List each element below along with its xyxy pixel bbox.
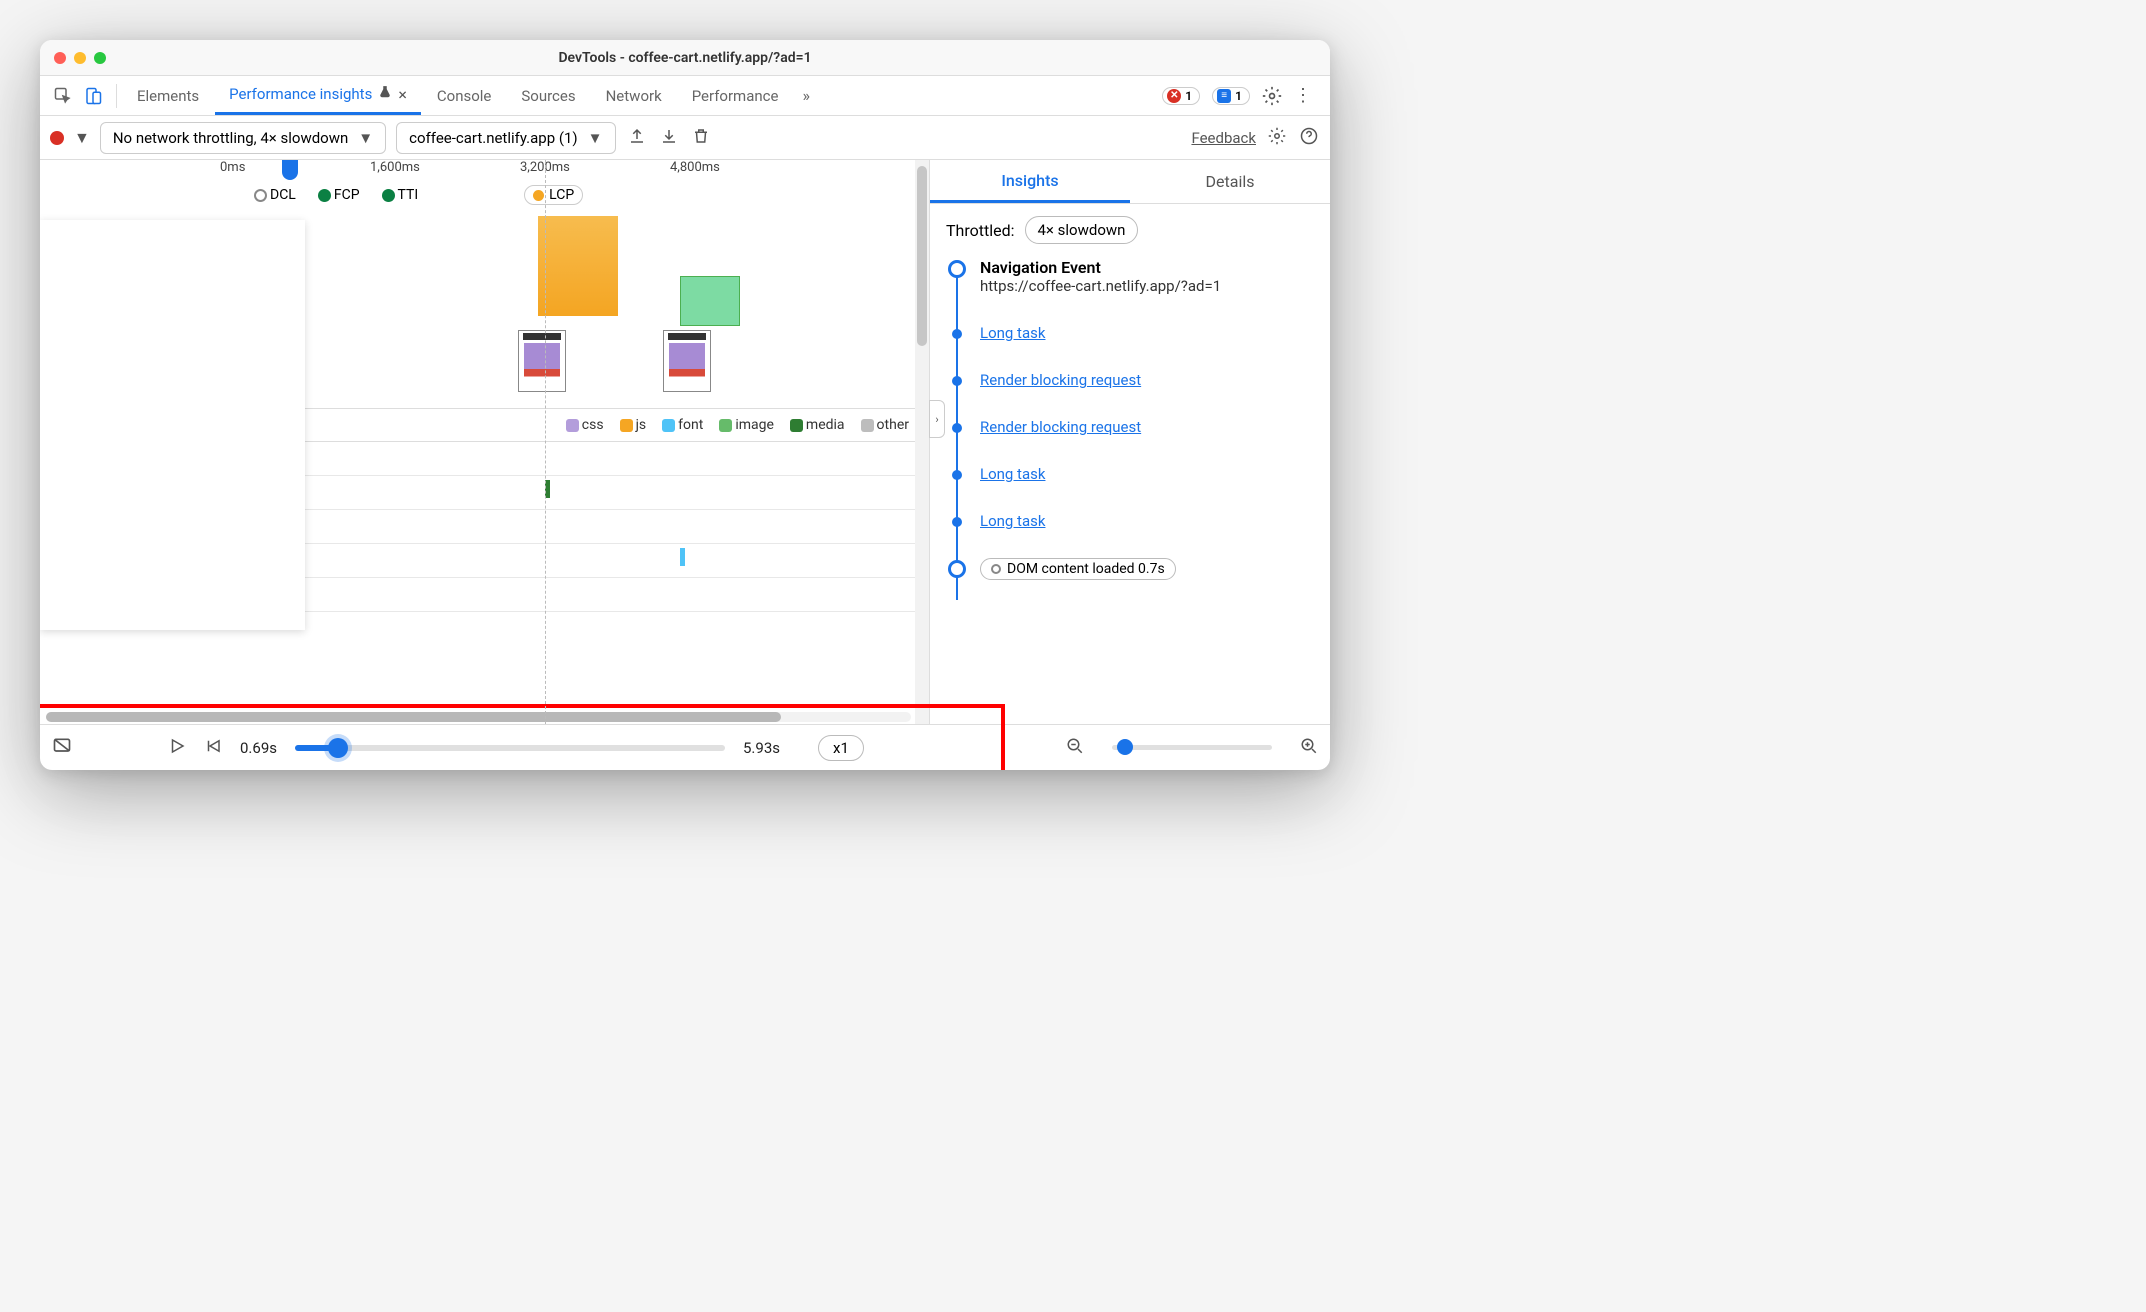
sidebar-tab-details[interactable]: Details [1130,160,1330,203]
tab-performance[interactable]: Performance [678,76,793,115]
legend-media: media [790,417,845,433]
insights-sidebar: › Insights Details Throttled: 4× slowdow… [930,160,1330,724]
panel-settings-icon[interactable] [1266,125,1288,151]
legend-css: css [566,417,604,433]
screenshot-thumb[interactable] [663,330,711,392]
errors-badge[interactable]: ✕ 1 [1162,87,1200,105]
zoom-slider[interactable] [1112,745,1272,750]
ruler-tick: 0ms [220,160,370,181]
insight-link[interactable]: Render blocking request [980,371,1141,389]
long-task-block[interactable] [538,216,618,316]
dcl-marker[interactable]: DCL [254,187,296,203]
playback-speed-chip[interactable]: x1 [818,735,864,761]
flask-icon [378,85,392,103]
toggle-preview-icon[interactable] [52,736,72,760]
slider-thumb-icon[interactable] [328,738,348,758]
more-tabs-icon[interactable]: » [794,86,818,105]
playback-toolbar: 0.69s 5.93s x1 [40,724,1330,770]
image-block[interactable] [680,276,740,326]
event-node-icon [948,260,966,278]
legend-other: other [861,417,909,433]
insights-toolbar: ▼ No network throttling, 4× slowdown▼ co… [40,116,1330,160]
font-tick[interactable] [680,548,685,566]
tab-elements[interactable]: Elements [123,76,213,115]
horizontal-scrollbar[interactable] [46,712,911,722]
inspect-element-icon[interactable] [54,87,72,105]
event-node-icon [952,470,962,480]
titlebar: DevTools - coffee-cart.netlify.app/?ad=1 [40,40,1330,76]
event-node-icon [952,517,962,527]
kebab-icon[interactable]: ⋮ [1294,85,1312,106]
nav-event-title: Navigation Event [980,258,1314,277]
playback-end-time: 5.93s [743,739,780,757]
zoom-out-icon[interactable] [1066,737,1084,759]
lcp-marker[interactable]: LCP [524,185,583,205]
time-ruler: 0ms 1,600ms 3,200ms 4,800ms [40,160,929,182]
ruler-tick: 4,800ms [670,160,820,181]
window-zoom-dot[interactable] [94,52,106,64]
event-node-icon [948,560,966,578]
throttled-chip[interactable]: 4× slowdown [1025,216,1139,244]
ruler-tick: 3,200ms [520,160,670,181]
device-toolbar-icon[interactable] [84,87,102,105]
tab-performance-insights[interactable]: Performance insights × [215,76,421,115]
window-minimize-dot[interactable] [74,52,86,64]
feedback-link[interactable]: Feedback [1191,129,1256,147]
insight-link[interactable]: Long task [980,465,1045,483]
legend-js: js [620,417,647,433]
tooltip-overlay [40,220,305,630]
help-icon[interactable] [1298,125,1320,151]
ruler-tick: 1,600ms [370,160,520,181]
tab-sources[interactable]: Sources [507,76,589,115]
event-node-icon [952,423,962,433]
import-icon[interactable] [658,125,680,151]
insight-link[interactable]: Long task [980,324,1045,342]
messages-badge[interactable]: ≡ 1 [1212,87,1250,105]
vertical-scrollbar[interactable] [915,160,929,724]
tab-network[interactable]: Network [592,76,676,115]
media-tick[interactable] [545,480,550,498]
zoom-in-icon[interactable] [1300,737,1318,759]
devtools-tabbar: Elements Performance insights × Console … [40,76,1330,116]
tab-console[interactable]: Console [423,76,506,115]
page-select[interactable]: coffee-cart.netlify.app (1)▼ [396,122,615,154]
nav-event-url: https://coffee-cart.netlify.app/?ad=1 [980,277,1314,295]
play-icon[interactable] [168,737,186,759]
sidebar-tab-insights[interactable]: Insights [930,160,1130,203]
insight-link[interactable]: Render blocking request [980,418,1141,436]
close-tab-icon[interactable]: × [398,85,407,104]
timeline-blocks [220,216,919,326]
tti-marker[interactable]: TTI [382,187,419,203]
fcp-marker[interactable]: FCP [318,187,360,203]
record-button[interactable] [50,131,64,145]
screenshot-thumb[interactable] [518,330,566,392]
window-close-dot[interactable] [54,52,66,64]
filmstrip [220,330,919,400]
throttle-select[interactable]: No network throttling, 4× slowdown▼ [100,122,386,154]
markers-row: DCL FCP TTI LCP [40,182,929,208]
playback-start-time: 0.69s [240,739,277,757]
legend-image: image [719,417,774,433]
seek-start-icon[interactable] [204,737,222,759]
dcl-chip[interactable]: DOM content loaded 0.7s [980,558,1176,580]
event-node-icon [952,376,962,386]
export-icon[interactable] [626,125,648,151]
playback-slider[interactable] [295,745,725,751]
message-icon: ≡ [1217,89,1231,103]
gear-icon[interactable] [1262,86,1282,106]
insight-link[interactable]: Long task [980,512,1045,530]
record-dropdown-icon[interactable]: ▼ [74,128,90,148]
window-title: DevTools - coffee-cart.netlify.app/?ad=1 [40,50,1330,66]
throttled-label: Throttled: [946,221,1015,240]
event-node-icon [952,329,962,339]
timeline-panel[interactable]: 0ms 1,600ms 3,200ms 4,800ms DCL FCP TTI … [40,160,930,724]
error-icon: ✕ [1167,89,1181,103]
legend-font: font [662,417,703,433]
trash-icon[interactable] [690,125,712,151]
zoom-thumb-icon[interactable] [1117,739,1133,755]
